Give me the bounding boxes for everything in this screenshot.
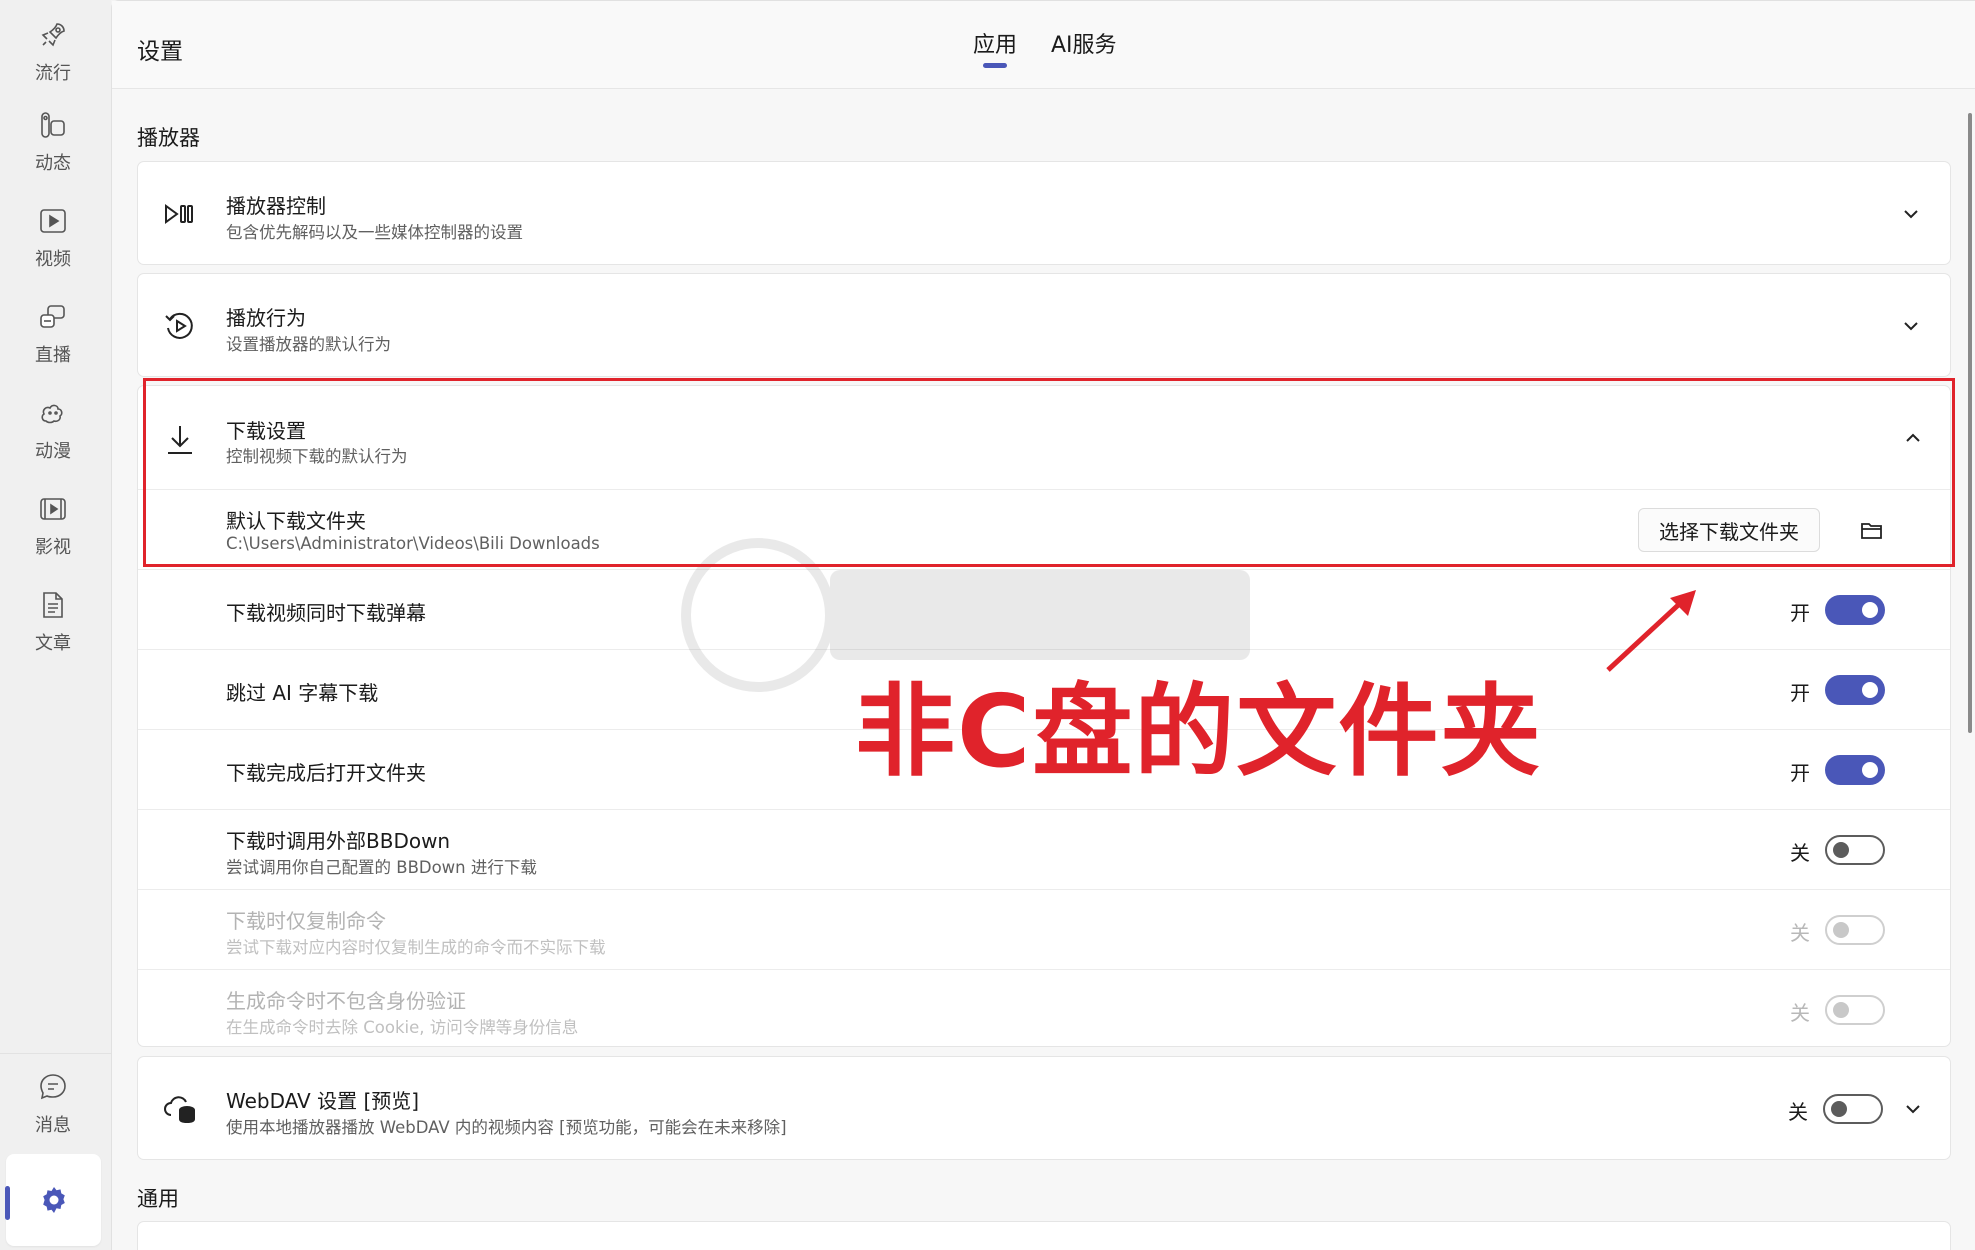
message-icon [40, 1074, 66, 1100]
row-title: 下载完成后打开文件夹 [226, 761, 426, 785]
row-title: 生成命令时不包含身份验证 [226, 989, 466, 1013]
toggle-state-label: 关 [1790, 921, 1810, 945]
card-description: 设置播放器的默认行为 [226, 335, 391, 354]
scrollbar-thumb[interactable] [1968, 113, 1972, 733]
toggle-state-label: 关 [1790, 1001, 1810, 1025]
nav-label: 文章 [35, 633, 71, 654]
card-general-partial [137, 1221, 1951, 1250]
nav-item-film[interactable]: 影视 [0, 480, 106, 572]
left-nav-rail: 流行 动态 视频 直播 动漫 影视 文章 消息 [0, 0, 111, 1250]
nav-label: 消息 [35, 1115, 71, 1136]
nav-item-anime[interactable]: 动漫 [0, 384, 106, 476]
anime-icon [41, 404, 63, 424]
nav-item-settings[interactable] [5, 1154, 101, 1246]
card-title: 播放器控制 [226, 194, 326, 218]
nav-label: 动漫 [35, 441, 71, 462]
download-icon [162, 422, 198, 458]
section-label-general: 通用 [137, 1187, 179, 1211]
rail-divider [0, 1053, 111, 1054]
nav-item-article[interactable]: 文章 [0, 576, 106, 668]
toggle-state-label: 开 [1790, 601, 1810, 625]
red-arrow-annotation [1606, 590, 1696, 672]
chevron-up-icon[interactable] [1902, 427, 1924, 449]
nav-item-video[interactable]: 视频 [0, 192, 106, 284]
toggle-switch[interactable] [1825, 995, 1885, 1025]
article-icon [43, 592, 63, 618]
open-folder-icon[interactable] [1859, 517, 1885, 543]
download-folder-path: C:\Users\Administrator\Videos\Bili Downl… [226, 534, 600, 553]
nav-item-popular[interactable]: 流行 [0, 6, 106, 98]
replay-icon [162, 308, 198, 344]
video-icon [40, 209, 66, 233]
choose-download-folder-button[interactable]: 选择下载文件夹 [1638, 508, 1820, 552]
nav-label: 流行 [35, 63, 71, 84]
card-title: 播放行为 [226, 306, 306, 330]
settings-header: 设置 应用 AI服务 [112, 1, 1975, 89]
live-icon [40, 305, 65, 328]
card-title: 下载设置 [226, 419, 306, 443]
row-title: 默认下载文件夹 [226, 509, 366, 533]
active-tab-indicator [983, 63, 1007, 68]
nav-item-dynamics[interactable]: 动态 [0, 96, 106, 188]
nav-label: 直播 [35, 345, 71, 366]
nav-label: 动态 [35, 153, 71, 174]
download-settings-header[interactable]: 下载设置 控制视频下载的默认行为 [138, 386, 1950, 490]
row-description: 尝试下载对应内容时仅复制生成的命令而不实际下载 [226, 938, 606, 957]
page-title: 设置 [137, 39, 183, 65]
row-title: 下载时仅复制命令 [226, 909, 386, 933]
player-control-icon [162, 196, 198, 232]
toggle-state-label: 关 [1790, 841, 1810, 865]
toggle-state-label: 开 [1790, 761, 1810, 785]
row-description: 尝试调用你自己配置的 BBDown 进行下载 [226, 858, 537, 877]
row-default-download-folder: 默认下载文件夹 C:\Users\Administrator\Videos\Bi… [138, 490, 1950, 570]
row-title: 跳过 AI 字幕下载 [226, 681, 379, 705]
rocket-icon [41, 23, 65, 47]
toggle-switch[interactable] [1825, 835, 1885, 865]
toggle-switch[interactable] [1825, 915, 1885, 945]
chevron-down-icon[interactable] [1902, 1098, 1924, 1120]
chevron-down-icon[interactable] [1900, 315, 1922, 337]
chevron-down-icon[interactable] [1900, 203, 1922, 225]
nav-item-messages[interactable]: 消息 [0, 1058, 106, 1150]
tab-app[interactable]: 应用 [973, 27, 1017, 59]
nav-label: 视频 [35, 249, 71, 270]
nav-item-live[interactable]: 直播 [0, 288, 106, 380]
row-description: 在生成命令时去除 Cookie, 访问令牌等身份信息 [226, 1018, 579, 1037]
cloud-database-icon [162, 1091, 198, 1127]
toggle-switch[interactable] [1825, 755, 1885, 785]
card-player-control[interactable]: 播放器控制 包含优先解码以及一些媒体控制器的设置 [137, 161, 1951, 265]
nav-label: 影视 [35, 537, 71, 558]
card-description: 控制视频下载的默认行为 [226, 447, 408, 466]
card-title: WebDAV 设置 [预览] [226, 1089, 420, 1113]
toggle-state-label: 关 [1788, 1100, 1808, 1124]
card-description: 使用本地播放器播放 WebDAV 内的视频内容 [预览功能，可能会在未来移除] [226, 1118, 787, 1137]
gear-icon [42, 1187, 65, 1213]
card-playback-behavior[interactable]: 播放行为 设置播放器的默认行为 [137, 273, 1951, 377]
row-copy-command-only: 下载时仅复制命令 尝试下载对应内容时仅复制生成的命令而不实际下载 关 [138, 890, 1950, 970]
section-label-player: 播放器 [137, 126, 200, 150]
dynamics-icon [41, 112, 65, 138]
row-external-bbdown: 下载时调用外部BBDown 尝试调用你自己配置的 BBDown 进行下载 关 [138, 810, 1950, 890]
toggle-switch[interactable] [1825, 595, 1885, 625]
film-icon [40, 498, 66, 520]
toggle-state-label: 开 [1790, 681, 1810, 705]
toggle-switch[interactable] [1825, 675, 1885, 705]
tab-ai-service[interactable]: AI服务 [1051, 27, 1117, 59]
card-description: 包含优先解码以及一些媒体控制器的设置 [226, 223, 523, 242]
card-webdav[interactable]: WebDAV 设置 [预览] 使用本地播放器播放 WebDAV 内的视频内容 [… [137, 1056, 1951, 1160]
row-title: 下载视频同时下载弹幕 [226, 601, 426, 625]
row-title: 下载时调用外部BBDown [226, 829, 451, 853]
toggle-switch[interactable] [1823, 1094, 1883, 1124]
row-exclude-auth: 生成命令时不包含身份验证 在生成命令时去除 Cookie, 访问令牌等身份信息 … [138, 970, 1950, 1046]
annotation-text: 非C盘的文件夹 [855, 673, 1543, 790]
